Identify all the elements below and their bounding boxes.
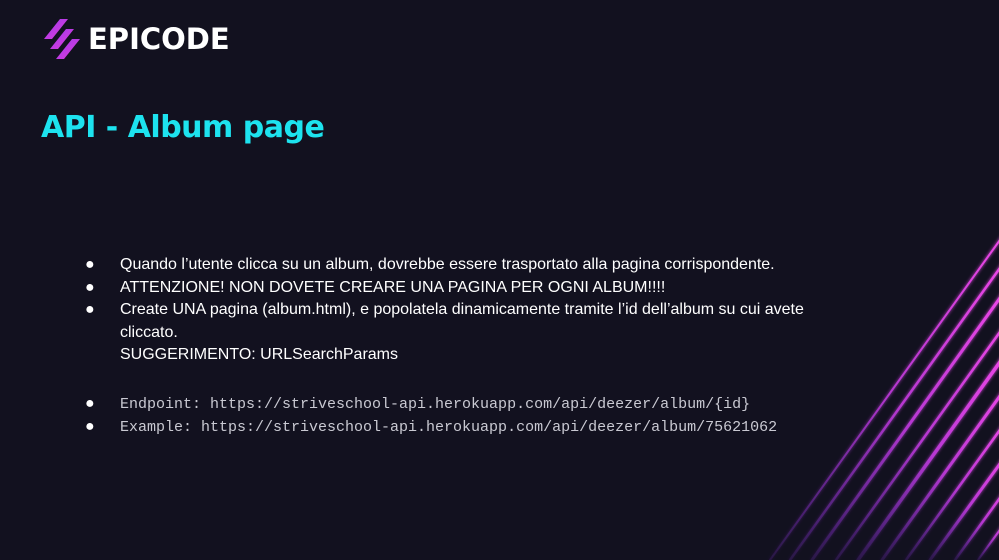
bullet-text: Quando l’utente clicca su un album, dovr… <box>120 256 775 273</box>
list-item: ● Quando l’utente clicca su un album, do… <box>0 254 900 277</box>
bullet-dot: ● <box>85 417 95 436</box>
endpoint-text: Endpoint: https://striveschool-api.herok… <box>120 395 751 413</box>
brand-logo: EPICODE <box>44 17 230 61</box>
bullet-list: ● Quando l’utente clicca su un album, do… <box>0 254 900 439</box>
bullet-text: Create UNA pagina (album.html), e popola… <box>120 301 804 341</box>
brand-name: EPICODE <box>88 22 230 56</box>
slide: EPICODE API - Album page ● Quando l’uten… <box>0 0 999 560</box>
list-item-endpoint: ● Endpoint: https://striveschool-api.her… <box>0 393 900 416</box>
list-item: ● Create UNA pagina (album.html), e popo… <box>0 299 850 367</box>
slide-title: API - Album page <box>41 110 325 145</box>
bullet-hint: SUGGERIMENTO: URLSearchParams <box>120 346 398 363</box>
bullet-dot: ● <box>85 256 95 273</box>
bullet-text: ATTENZIONE! NON DOVETE CREARE UNA PAGINA… <box>120 278 666 296</box>
list-spacer <box>0 367 900 393</box>
bullet-dot: ● <box>85 301 95 318</box>
bullet-dot: ● <box>85 278 95 296</box>
list-item-example: ● Example: https://striveschool-api.hero… <box>0 416 900 439</box>
example-text: Example: https://striveschool-api.heroku… <box>120 418 778 436</box>
list-item: ● ATTENZIONE! NON DOVETE CREARE UNA PAGI… <box>0 277 900 300</box>
bullet-dot: ● <box>85 394 95 413</box>
epicode-logo-icon <box>44 19 80 59</box>
